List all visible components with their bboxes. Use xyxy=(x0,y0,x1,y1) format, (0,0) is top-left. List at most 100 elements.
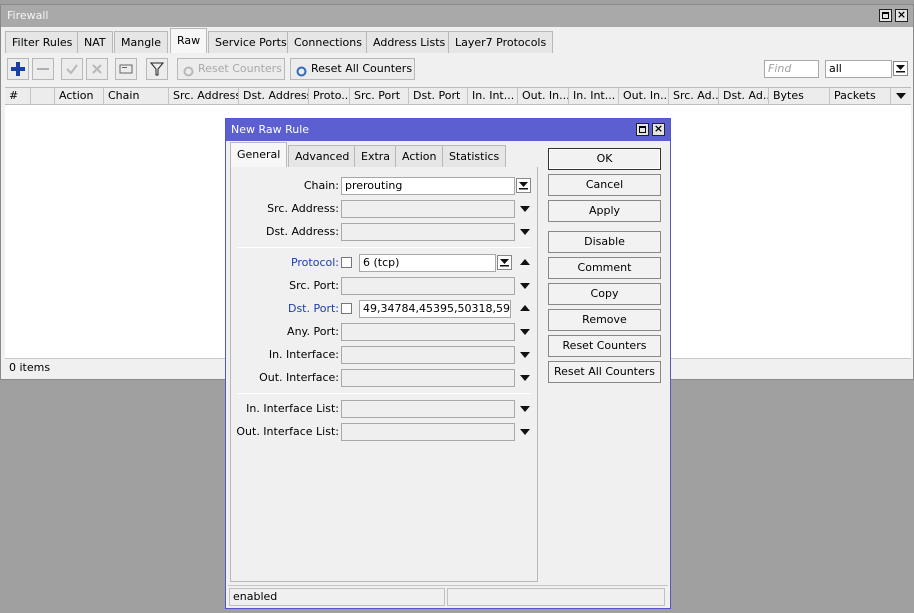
tab-general[interactable]: General xyxy=(230,142,288,167)
column-header[interactable] xyxy=(31,88,55,104)
column-header[interactable]: Bytes xyxy=(769,88,830,104)
column-header[interactable]: Out. In... xyxy=(619,88,669,104)
tab-address-lists[interactable]: Address Lists xyxy=(366,31,453,53)
src-port-label: Src. Port: xyxy=(289,279,339,292)
remove-button[interactable] xyxy=(32,58,54,80)
tab-filter-rules[interactable]: Filter Rules xyxy=(5,31,80,53)
chevron-down-icon[interactable] xyxy=(519,280,531,292)
items-count: 0 items xyxy=(9,361,51,374)
rule-reset-counters-button[interactable]: Reset Counters xyxy=(548,335,661,357)
column-header[interactable]: Chain xyxy=(104,88,169,104)
column-header[interactable]: Src. Port xyxy=(350,88,409,104)
src-address-input[interactable] xyxy=(341,200,515,218)
tab-mangle[interactable]: Mangle xyxy=(114,31,169,53)
column-header[interactable]: Src. Address xyxy=(169,88,239,104)
in-interface-list-input[interactable] xyxy=(341,400,515,418)
out-interface-input[interactable] xyxy=(341,369,515,387)
column-header[interactable]: In. Int... xyxy=(468,88,518,104)
chevron-down-icon[interactable] xyxy=(519,403,531,415)
out-interface-list-label: Out. Interface List: xyxy=(236,425,339,438)
chevron-down-icon[interactable] xyxy=(519,349,531,361)
filter-select-arrow-icon[interactable] xyxy=(893,61,908,76)
close-icon[interactable]: × xyxy=(652,123,665,136)
tab-layer7-protocols[interactable]: Layer7 Protocols xyxy=(448,31,554,53)
disable-rule-button[interactable]: Disable xyxy=(548,231,661,253)
reset-counters-button[interactable]: Reset Counters xyxy=(177,58,285,80)
chevron-down-icon[interactable] xyxy=(519,372,531,384)
tab-raw[interactable]: Raw xyxy=(170,28,208,53)
column-header[interactable]: Action xyxy=(55,88,104,104)
firewall-title: Firewall xyxy=(7,9,49,22)
dst-address-input[interactable] xyxy=(341,223,515,241)
any-port-input[interactable] xyxy=(341,323,515,341)
in-interface-list-label: In. Interface List: xyxy=(246,402,339,415)
add-button[interactable] xyxy=(7,58,29,80)
comment-button[interactable] xyxy=(115,58,137,80)
minus-icon xyxy=(37,68,49,70)
protocol-dropdown-icon[interactable] xyxy=(497,255,512,270)
dialog-title-bar[interactable]: New Raw Rule × xyxy=(226,119,670,141)
close-icon[interactable]: × xyxy=(895,9,908,22)
copy-rule-button[interactable]: Copy xyxy=(548,283,661,305)
column-header[interactable]: Dst. Port xyxy=(409,88,468,104)
remove-rule-button[interactable]: Remove xyxy=(548,309,661,331)
divider xyxy=(237,393,531,394)
new-raw-rule-dialog: New Raw Rule × General Advanced Extra Ac… xyxy=(225,118,671,609)
find-input[interactable]: Find xyxy=(764,60,819,78)
chevron-down-icon[interactable] xyxy=(519,426,531,438)
in-interface-label: In. Interface: xyxy=(268,348,339,361)
ok-button[interactable]: OK xyxy=(548,148,661,170)
column-header[interactable]: In. Int... xyxy=(569,88,619,104)
tab-service-ports[interactable]: Service Ports xyxy=(208,31,294,53)
column-header[interactable]: Dst. Address xyxy=(239,88,309,104)
column-header[interactable]: Proto... xyxy=(309,88,350,104)
chevron-up-icon[interactable] xyxy=(519,302,531,314)
chevron-up-icon[interactable] xyxy=(519,256,531,268)
maximize-icon[interactable] xyxy=(636,123,649,136)
status-cell-empty xyxy=(447,588,665,606)
cancel-button[interactable]: Cancel xyxy=(548,174,661,196)
src-address-label: Src. Address: xyxy=(267,202,339,215)
tab-statistics[interactable]: Statistics xyxy=(442,145,507,167)
column-header[interactable]: Packets xyxy=(830,88,891,104)
tab-connections[interactable]: Connections xyxy=(287,31,369,53)
filter-select[interactable]: all xyxy=(825,60,892,78)
src-port-input[interactable] xyxy=(341,277,515,295)
chevron-down-icon[interactable] xyxy=(519,203,531,215)
dialog-status-bar: enabled xyxy=(228,585,668,606)
column-header[interactable]: Src. Ad... xyxy=(669,88,719,104)
in-interface-input[interactable] xyxy=(341,346,515,364)
filter-button[interactable] xyxy=(146,58,168,80)
disable-button[interactable] xyxy=(86,58,108,80)
comment-rule-button[interactable]: Comment xyxy=(548,257,661,279)
chain-select[interactable]: prerouting xyxy=(341,177,515,195)
any-port-label: Any. Port: xyxy=(287,325,339,338)
chevron-down-icon[interactable] xyxy=(519,326,531,338)
maximize-icon[interactable] xyxy=(879,9,892,22)
columns-menu-icon[interactable] xyxy=(895,90,907,102)
tab-advanced[interactable]: Advanced xyxy=(288,145,357,167)
tab-extra[interactable]: Extra xyxy=(354,145,398,167)
column-header[interactable]: Dst. Ad... xyxy=(719,88,769,104)
chevron-down-icon[interactable] xyxy=(519,226,531,238)
protocol-select[interactable]: 6 (tcp) xyxy=(359,254,496,272)
dst-port-negate-checkbox[interactable] xyxy=(341,303,352,314)
apply-button[interactable]: Apply xyxy=(548,200,661,222)
firewall-title-bar[interactable]: Firewall × xyxy=(1,5,913,27)
column-header[interactable]: Out. In... xyxy=(518,88,569,104)
rule-reset-all-counters-button[interactable]: Reset All Counters xyxy=(548,361,661,383)
column-header[interactable]: # xyxy=(5,88,31,104)
chain-dropdown-icon[interactable] xyxy=(516,178,531,193)
dst-port-label: Dst. Port: xyxy=(287,302,339,315)
tab-action[interactable]: Action xyxy=(395,145,444,167)
tab-nat[interactable]: NAT xyxy=(77,31,113,53)
protocol-label: Protocol: xyxy=(290,256,339,269)
enable-button[interactable] xyxy=(61,58,83,80)
protocol-negate-checkbox[interactable] xyxy=(341,257,352,268)
plus-icon xyxy=(11,62,25,76)
dst-port-input[interactable]: 49,34784,45395,50318,59234 xyxy=(359,300,511,318)
out-interface-list-input[interactable] xyxy=(341,423,515,441)
chain-label: Chain: xyxy=(303,179,339,192)
reset-all-counters-button[interactable]: Reset All Counters xyxy=(290,58,415,80)
check-icon xyxy=(66,64,78,75)
